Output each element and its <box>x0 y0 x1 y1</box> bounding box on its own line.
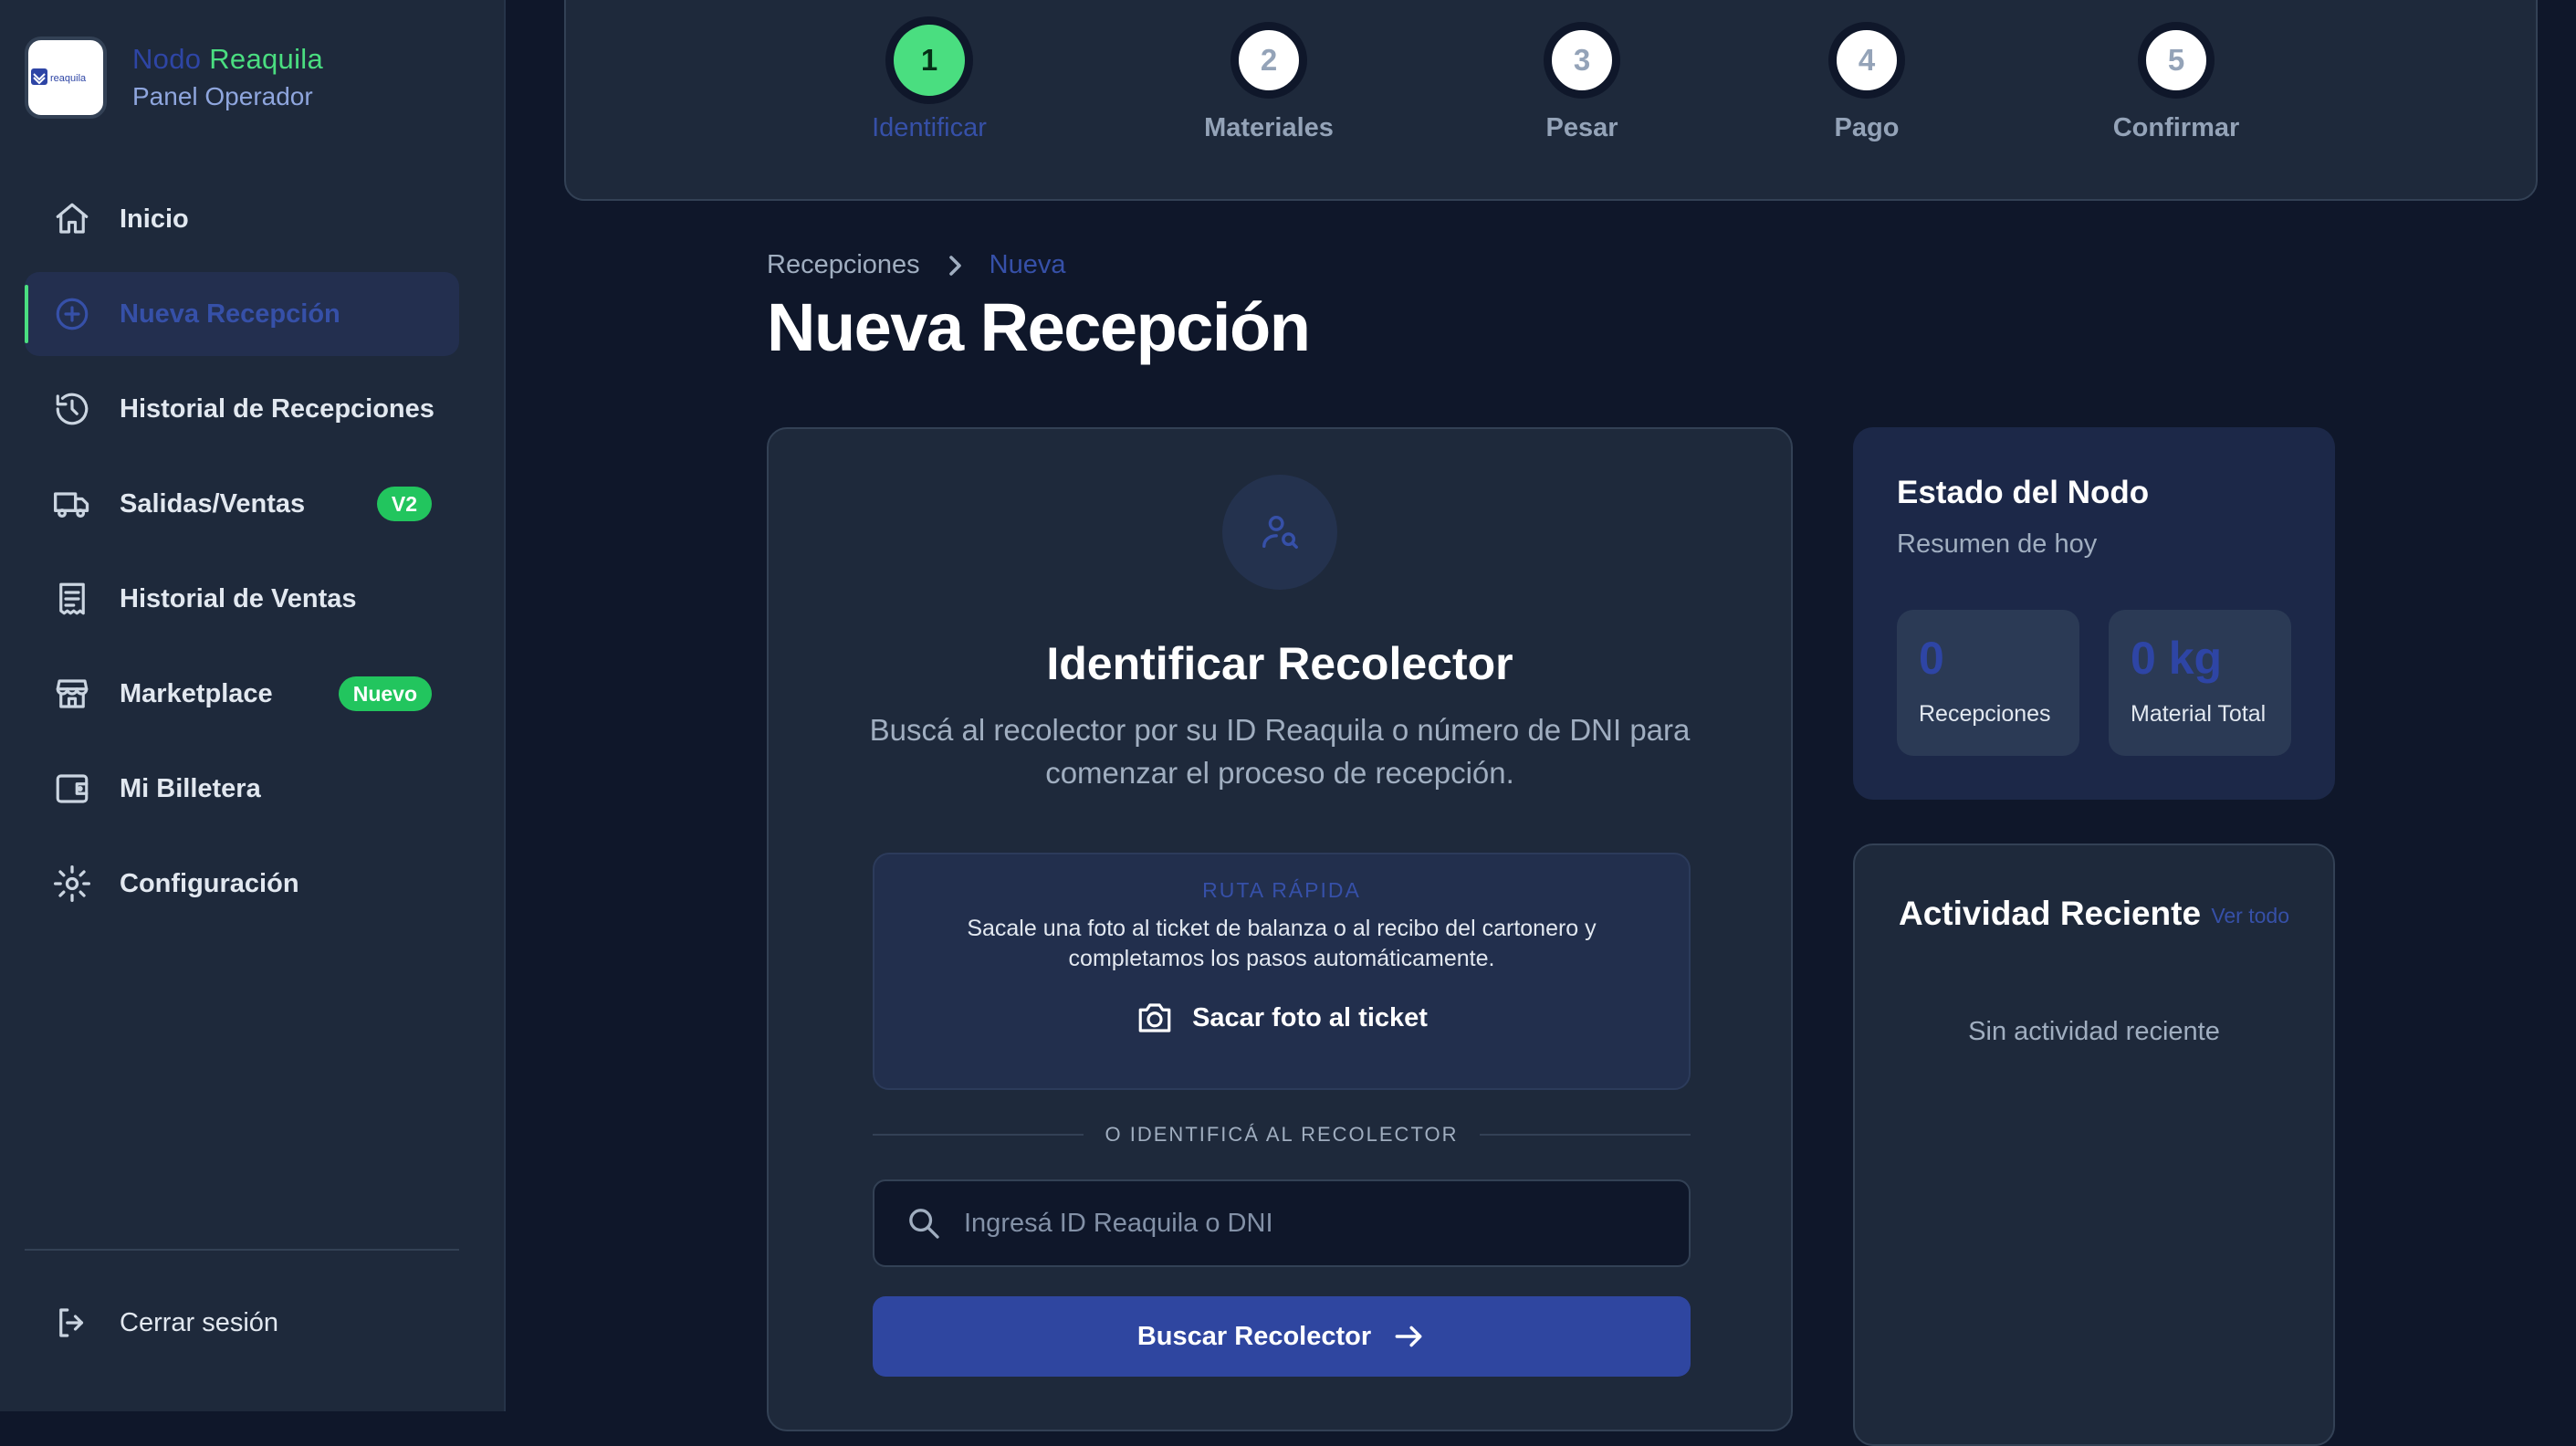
divider-text: O IDENTIFICÁ AL RECOLECTOR <box>1105 1123 1459 1146</box>
truck-icon <box>52 484 92 524</box>
sidebar-item-historial-ventas[interactable]: Historial de Ventas <box>25 557 459 641</box>
step-label: Materiales <box>1204 113 1334 142</box>
progress-stepper: 1 Identificar 2 Materiales 3 Pesar 4 Pag… <box>564 0 2538 201</box>
or-divider: O IDENTIFICÁ AL RECOLECTOR <box>873 1123 1691 1147</box>
step-label: Identificar <box>872 113 987 142</box>
sidebar-item-marketplace[interactable]: Marketplace Nuevo <box>25 652 459 736</box>
sidebar-item-label: Salidas/Ventas <box>120 488 306 519</box>
quick-route-box: RUTA RÁPIDA Sacale una foto al ticket de… <box>873 853 1691 1090</box>
sidebar-item-label: Historial de Ventas <box>120 583 357 613</box>
step-label: Pesar <box>1545 113 1618 142</box>
empty-state-text: Sin actividad reciente <box>1968 1017 2220 1046</box>
camera-icon <box>1136 1000 1174 1036</box>
sidebar-item-inicio[interactable]: Inicio <box>25 177 459 261</box>
sidebar-item-label: Nueva Recepción <box>120 299 340 329</box>
wallet-icon <box>52 769 92 809</box>
receipt-icon <box>52 579 92 619</box>
step-materiales[interactable]: 2 Materiales <box>1132 22 1406 143</box>
logout-label: Cerrar sesión <box>120 1307 279 1337</box>
recent-activity-title: Actividad Reciente <box>1899 895 2202 932</box>
quick-route-text: Sacale una foto al ticket de balanza o a… <box>967 916 1597 971</box>
node-status-card: Estado del Nodo Resumen de hoy 0 Recepci… <box>1853 427 2335 800</box>
quick-route-label: RUTA RÁPIDA <box>1202 878 1361 902</box>
step-label: Confirmar <box>2112 113 2240 142</box>
breadcrumb-current: Nueva <box>989 250 1066 279</box>
sidebar-item-mi-billetera[interactable]: Mi Billetera <box>25 747 459 831</box>
search-collector-button[interactable]: Buscar Recolector <box>873 1296 1691 1377</box>
user-search-icon <box>1222 475 1337 590</box>
plus-circle-icon <box>52 294 92 334</box>
sidebar-item-salidas-ventas[interactable]: Salidas/Ventas V2 <box>25 462 459 546</box>
svg-text:reaquila: reaquila <box>50 73 87 84</box>
node-status-subtitle: Resumen de hoy <box>1897 529 2098 559</box>
sidebar-item-label: Marketplace <box>120 678 273 708</box>
sidebar-item-label: Historial de Recepciones <box>120 393 435 424</box>
take-photo-button[interactable]: Sacar foto al ticket <box>1136 1000 1428 1036</box>
brand: reaquila Nodo Reaquila Panel Operador <box>25 37 323 119</box>
chevron-right-icon <box>946 255 964 277</box>
stat-label: Material Total <box>2131 701 2267 727</box>
step-confirmar[interactable]: 5 Confirmar <box>2039 22 2313 143</box>
step-pesar[interactable]: 3 Pesar <box>1445 22 1719 143</box>
logout-button[interactable]: Cerrar sesión <box>25 1281 459 1365</box>
divider-line <box>1480 1134 1691 1136</box>
gear-icon <box>52 864 92 904</box>
stat-total-material: 0 kg Material Total <box>2109 610 2291 756</box>
step-number: 3 <box>1544 22 1620 99</box>
step-pago[interactable]: 4 Pago <box>1730 22 2004 143</box>
app-subtitle: Panel Operador <box>132 82 313 110</box>
sidebar-item-label: Configuración <box>120 868 299 898</box>
breadcrumb-parent-link[interactable]: Recepciones <box>767 250 920 280</box>
divider-line <box>873 1134 1084 1136</box>
sidebar-divider <box>25 1249 459 1251</box>
breadcrumb: Recepciones Nueva <box>767 250 1065 280</box>
new-badge: Nuevo <box>338 676 432 711</box>
brand-logo[interactable]: reaquila <box>25 37 107 119</box>
sidebar-item-historial-recepciones[interactable]: Historial de Recepciones <box>25 367 459 451</box>
card-description: Buscá al recolector por su ID Reaquila o… <box>869 713 1691 790</box>
sidebar-item-configuracion[interactable]: Configuración <box>25 842 459 926</box>
stat-receptions: 0 Recepciones <box>1897 610 2079 756</box>
version-badge: V2 <box>376 487 432 521</box>
step-number: 4 <box>1828 22 1905 99</box>
sidebar-item-label: Mi Billetera <box>120 773 261 803</box>
stat-label: Recepciones <box>1919 701 2051 727</box>
take-photo-label: Sacar foto al ticket <box>1192 1002 1428 1032</box>
sidebar: reaquila Nodo Reaquila Panel Operador In… <box>0 0 506 1411</box>
arrow-right-icon <box>1391 1319 1426 1354</box>
step-number: 1 <box>885 16 973 104</box>
search-field[interactable] <box>873 1179 1691 1267</box>
app-title: Nodo Reaquila <box>132 43 323 75</box>
step-label: Pago <box>1834 113 1900 142</box>
step-number: 2 <box>1230 22 1307 99</box>
search-icon <box>906 1205 942 1242</box>
logout-icon <box>52 1303 92 1343</box>
identify-collector-card: Identificar Recolector Buscá al recolect… <box>767 427 1793 1431</box>
history-icon <box>52 389 92 429</box>
stat-value: 0 kg <box>2131 633 2223 684</box>
store-icon <box>52 674 92 714</box>
step-number: 5 <box>2138 22 2215 99</box>
node-status-title: Estado del Nodo <box>1897 475 2150 510</box>
sidebar-nav: Inicio Nueva Recepción Historial de Rece… <box>25 177 459 937</box>
brand-text: Nodo Reaquila Panel Operador <box>132 41 323 114</box>
recent-activity-card: Actividad Reciente Ver todo Sin activida… <box>1853 844 2335 1446</box>
step-identificar[interactable]: 1 Identificar <box>792 16 1066 143</box>
sidebar-item-label: Inicio <box>120 204 189 234</box>
search-collector-label: Buscar Recolector <box>1136 1321 1372 1351</box>
stat-value: 0 <box>1919 633 1944 684</box>
view-all-link[interactable]: Ver todo <box>2211 904 2289 928</box>
page-title: Nueva Recepción <box>767 289 1311 365</box>
sidebar-item-nueva-recepcion[interactable]: Nueva Recepción <box>25 272 459 356</box>
search-input[interactable] <box>962 1207 1689 1240</box>
card-title: Identificar Recolector <box>1046 638 1513 689</box>
home-icon <box>52 199 92 239</box>
reaquila-logo-icon: reaquila <box>31 68 87 85</box>
